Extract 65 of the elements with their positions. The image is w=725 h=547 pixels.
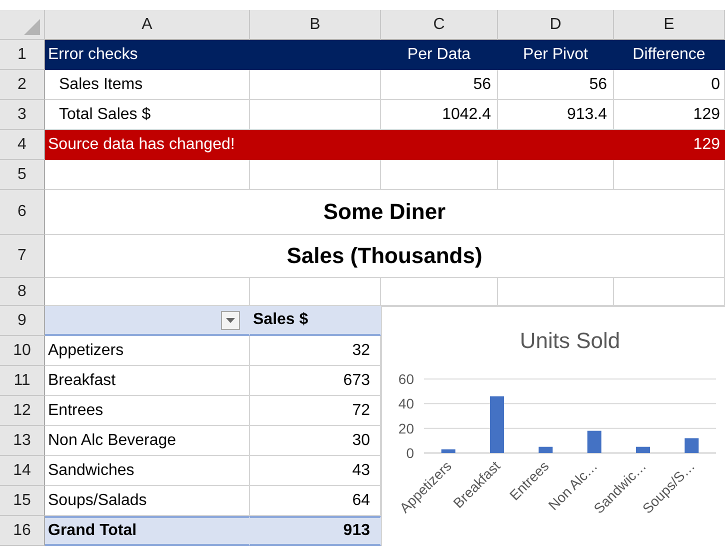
axis-tick-label: 20: [398, 420, 414, 436]
caret-icon: [226, 318, 235, 322]
table-cell: 56: [381, 70, 498, 100]
table-cell: 30: [250, 426, 381, 456]
row-header[interactable]: 3: [0, 100, 45, 130]
row-header[interactable]: 8: [0, 278, 45, 306]
filter-dropdown-button[interactable]: [221, 310, 240, 330]
bar: [684, 438, 699, 453]
table-cell: Appetizers: [45, 336, 250, 366]
column-heading: Per Pivot: [498, 40, 614, 70]
column-header[interactable]: E: [614, 10, 725, 40]
bar: [490, 396, 504, 453]
table-cell: 673: [250, 366, 381, 396]
bar: [636, 446, 650, 453]
row-header[interactable]: 1: [0, 40, 45, 70]
row-header[interactable]: 5: [0, 160, 45, 190]
table-cell: 1042.4: [381, 100, 498, 130]
row-header[interactable]: 12: [0, 396, 45, 426]
table-cell: Error checks: [45, 40, 381, 70]
table-cell: Total Sales $: [45, 100, 250, 130]
column-header[interactable]: C: [381, 10, 498, 40]
row-header[interactable]: 7: [0, 235, 45, 278]
row-header[interactable]: 16: [0, 516, 45, 546]
table-cell: Grand Total: [45, 516, 250, 546]
table-cell: Entrees: [45, 396, 250, 426]
bar: [538, 446, 553, 453]
bar: [587, 430, 602, 453]
table-cell: 56: [498, 70, 614, 100]
row-header[interactable]: 4: [0, 130, 45, 160]
table-cell: Soups/Salads: [45, 486, 250, 516]
row-header[interactable]: 15: [0, 486, 45, 516]
axis-tick-label: 0: [406, 445, 414, 461]
table-cell: 129: [614, 130, 725, 160]
report-title: Some Diner: [45, 190, 725, 235]
column-header[interactable]: B: [250, 10, 381, 40]
table-cell: 913: [250, 516, 381, 546]
table-cell: 43: [250, 456, 381, 486]
row-header[interactable]: 11: [0, 366, 45, 396]
row-header[interactable]: 6: [0, 190, 45, 235]
table-cell: 0: [614, 70, 725, 100]
table-cell: Sales Items: [45, 70, 250, 100]
row-header[interactable]: 13: [0, 426, 45, 456]
axis-tick-label: 40: [398, 396, 414, 412]
warning-message: Source data has changed!: [45, 130, 614, 160]
table-cell: 129: [614, 100, 725, 130]
chart-title: Units Sold: [520, 328, 620, 353]
table-cell: 64: [250, 486, 381, 516]
row-header[interactable]: 9: [0, 306, 45, 336]
table-cell: 32: [250, 336, 381, 366]
column-heading: Per Data: [381, 40, 498, 70]
column-heading: Sales $: [250, 306, 381, 336]
report-subtitle: Sales (Thousands): [45, 235, 725, 278]
table-cell: Non Alc Beverage: [45, 426, 250, 456]
table-cell: Breakfast: [45, 366, 250, 396]
bar: [441, 449, 456, 453]
row-header[interactable]: 2: [0, 70, 45, 100]
table-cell: 913.4: [498, 100, 614, 130]
table-cell: 72: [250, 396, 381, 426]
column-header[interactable]: D: [498, 10, 614, 40]
row-header[interactable]: 14: [0, 456, 45, 486]
row-header[interactable]: 10: [0, 336, 45, 366]
axis-tick-label: 60: [398, 371, 414, 387]
column-heading: Difference: [614, 40, 725, 70]
column-header[interactable]: A: [45, 10, 250, 40]
table-cell: Sandwiches: [45, 456, 250, 486]
